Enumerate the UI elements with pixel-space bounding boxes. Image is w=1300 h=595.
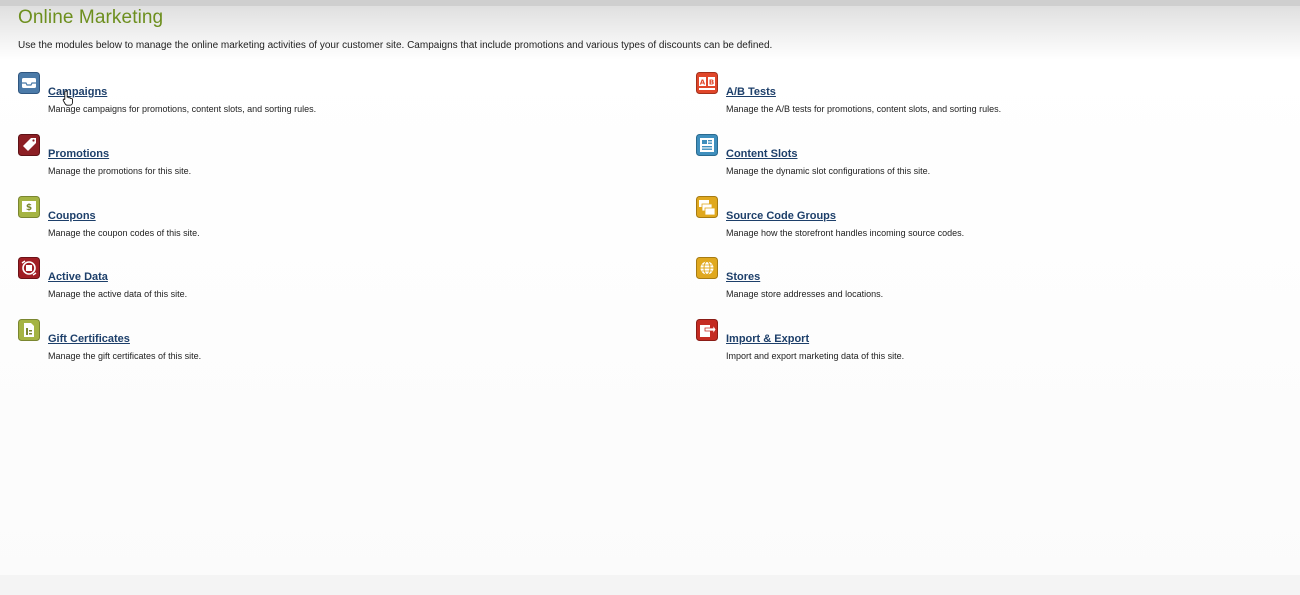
- content-slots-description: Manage the dynamic slot configurations o…: [726, 166, 931, 176]
- campaigns-description: Manage campaigns for promotions, content…: [48, 104, 317, 114]
- active-data-link[interactable]: Active Data: [48, 271, 108, 283]
- gift-certificates-link[interactable]: Gift Certificates: [48, 333, 130, 345]
- coupons-description: Manage the coupon codes of this site.: [48, 228, 200, 238]
- coupons-link[interactable]: Coupons: [48, 210, 96, 222]
- hand-pointer-cursor-icon: [62, 90, 74, 106]
- active-data-description: Manage the active data of this site.: [48, 289, 188, 299]
- import-export-link[interactable]: Import & Export: [726, 333, 809, 345]
- stores-globe-icon[interactable]: [696, 257, 718, 279]
- module-coupons: $ Coupons Manage the coupon codes of thi…: [18, 196, 578, 246]
- page-title: Online Marketing: [18, 7, 164, 28]
- module-source-code-groups: Source Code Groups Manage how the storef…: [696, 196, 1256, 246]
- stores-description: Manage store addresses and locations.: [726, 289, 884, 299]
- source-code-groups-icon[interactable]: [696, 196, 718, 218]
- active-data-icon[interactable]: [18, 257, 40, 279]
- ab-tests-link[interactable]: A/B Tests: [726, 86, 776, 98]
- source-code-groups-description: Manage how the storefront handles incomi…: [726, 228, 965, 238]
- svg-text:$: $: [26, 203, 32, 213]
- module-active-data: Active Data Manage the active data of th…: [18, 257, 578, 307]
- module-stores: Stores Manage store addresses and locati…: [696, 257, 1256, 307]
- module-import-export: Import & Export Import and export market…: [696, 319, 1256, 369]
- browser-top-strip: [0, 0, 1300, 6]
- gift-certificates-description: Manage the gift certificates of this sit…: [48, 351, 202, 361]
- module-content-slots: Content Slots Manage the dynamic slot co…: [696, 134, 1256, 184]
- page-intro: Use the modules below to manage the onli…: [18, 40, 773, 51]
- source-code-groups-link[interactable]: Source Code Groups: [726, 210, 836, 222]
- import-export-description: Import and export marketing data of this…: [726, 351, 905, 361]
- import-export-icon[interactable]: [696, 319, 718, 341]
- ab-tests-icon[interactable]: A B: [696, 72, 718, 94]
- module-promotions: Promotions Manage the promotions for thi…: [18, 134, 578, 184]
- gift-certificate-icon[interactable]: [18, 319, 40, 341]
- ab-tests-description: Manage the A/B tests for promotions, con…: [726, 104, 1002, 114]
- page-footer-strip: [0, 575, 1300, 595]
- module-ab-tests: A B A/B Tests Manage the A/B tests for p…: [696, 72, 1256, 122]
- content-slots-link[interactable]: Content Slots: [726, 148, 798, 160]
- svg-text:A: A: [700, 79, 706, 87]
- module-campaigns: Campaigns Manage campaigns for promotion…: [18, 72, 578, 122]
- campaigns-link[interactable]: Campaigns: [48, 86, 107, 98]
- campaigns-icon[interactable]: [18, 72, 40, 94]
- promotions-description: Manage the promotions for this site.: [48, 166, 192, 176]
- promotions-link[interactable]: Promotions: [48, 148, 109, 160]
- coupon-dollar-icon[interactable]: $: [18, 196, 40, 218]
- module-gift-certificates: Gift Certificates Manage the gift certif…: [18, 319, 578, 369]
- promotions-tag-icon[interactable]: [18, 134, 40, 156]
- svg-text:B: B: [709, 79, 714, 87]
- stores-link[interactable]: Stores: [726, 271, 760, 283]
- content-slots-icon[interactable]: [696, 134, 718, 156]
